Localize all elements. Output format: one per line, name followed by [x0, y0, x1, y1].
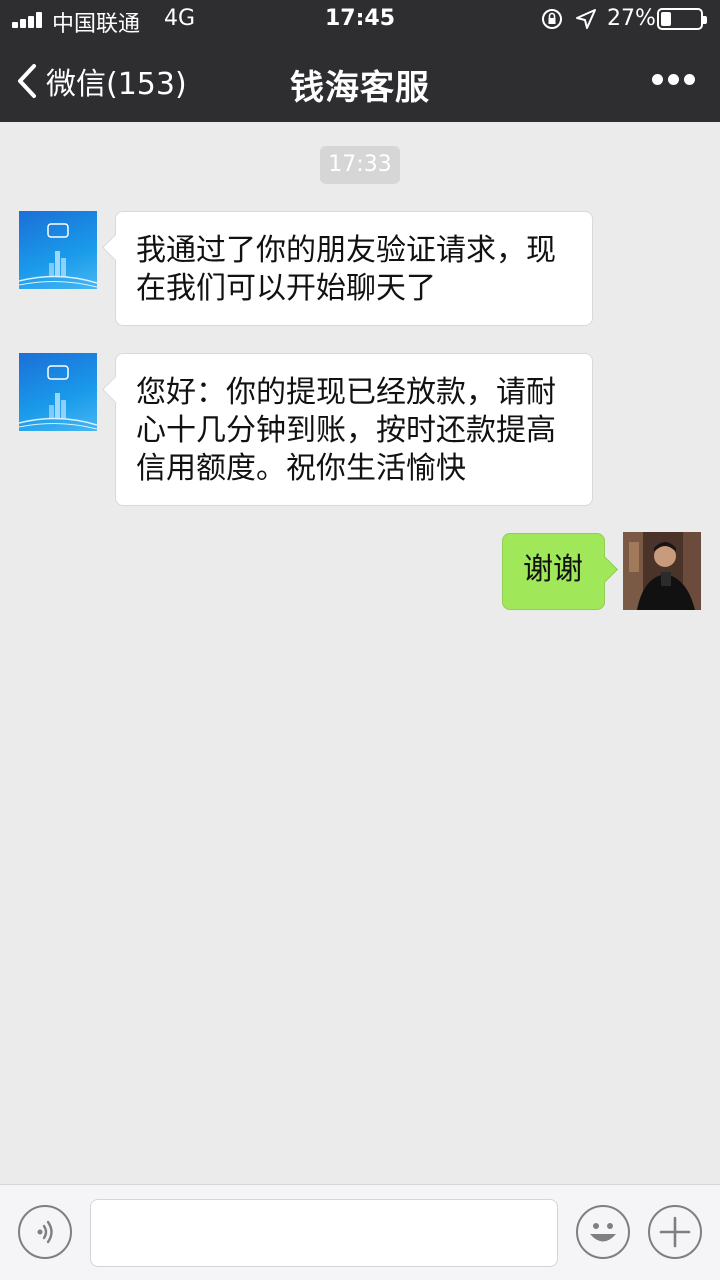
plus-icon [659, 1216, 691, 1248]
input-bar [0, 1184, 720, 1280]
nav-bar: 微信(153) 钱海客服 [0, 40, 720, 122]
plus-button[interactable] [648, 1205, 702, 1259]
more-dots-icon [652, 74, 663, 85]
status-bar: 中国联通 4G 17:45 27% [0, 0, 720, 40]
message-bubble-received[interactable]: 您好：你的提现已经放款，请耐 心十几分钟到账，按时还款提高 信用额度。祝你生活愉… [115, 353, 593, 506]
more-button[interactable] [652, 70, 696, 92]
message-bubble-sent[interactable]: 谢谢 [502, 533, 605, 610]
app-logo-icon [19, 223, 97, 288]
battery-percent: 27% [607, 6, 656, 31]
app-logo-icon [19, 365, 97, 430]
rotation-lock-icon [542, 9, 562, 29]
battery-icon [657, 8, 707, 30]
contact-avatar[interactable] [19, 211, 97, 289]
message-input[interactable] [90, 1199, 558, 1267]
message-timestamp: 17:33 [320, 146, 400, 184]
emoji-icon [590, 1223, 616, 1242]
message-line: 心十几分钟到账，按时还款提高 [136, 413, 556, 448]
location-arrow-icon [576, 9, 596, 29]
user-avatar[interactable] [623, 532, 701, 610]
message-line: 在我们可以开始聊天了 [136, 271, 436, 306]
message-line: 我通过了你的朋友验证请求，现 [136, 233, 556, 268]
emoji-button[interactable] [576, 1205, 630, 1259]
voice-button[interactable] [18, 1205, 72, 1259]
message-line: 您好：你的提现已经放款，请耐 [136, 375, 556, 410]
message-line: 信用额度。祝你生活愉快 [136, 451, 466, 486]
header: 中国联通 4G 17:45 27% 微信(153) 钱海客服 [0, 0, 720, 122]
user-photo [623, 532, 701, 610]
message-bubble-received[interactable]: 我通过了你的朋友验证请求，现 在我们可以开始聊天了 [115, 211, 593, 326]
message-text: 谢谢 [523, 552, 583, 587]
contact-avatar[interactable] [19, 353, 97, 431]
chat-title: 钱海客服 [290, 68, 430, 108]
voice-icon [37, 1220, 53, 1244]
